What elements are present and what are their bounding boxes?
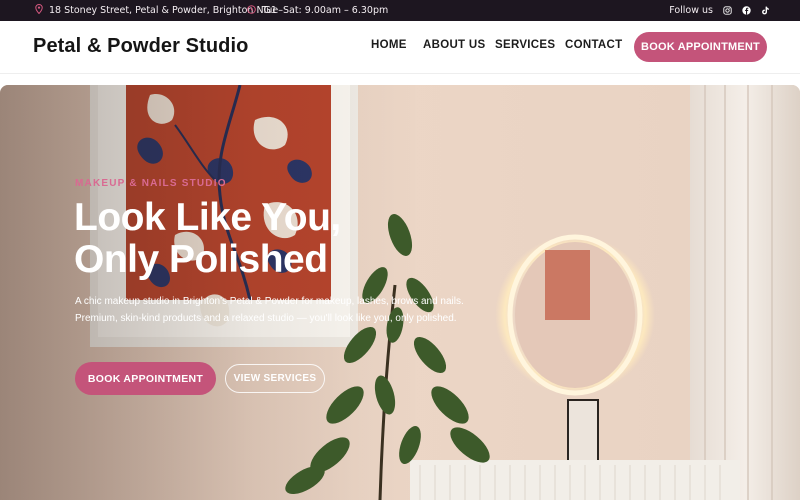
hero-headline: Look Like You, Only Polished	[74, 196, 341, 281]
nav-services[interactable]: SERVICES	[495, 39, 555, 51]
view-services-button[interactable]: VIEW SERVICES	[225, 364, 325, 393]
facebook-icon[interactable]	[742, 6, 751, 15]
hours-item: Tue–Sat: 9.00am – 6.30pm	[247, 0, 388, 21]
hero-eyebrow: MAKEUP & NAILS STUDIO	[75, 178, 227, 189]
hours-text: Tue–Sat: 9.00am – 6.30pm	[262, 5, 389, 16]
nav-about-us[interactable]: ABOUT US	[423, 39, 485, 51]
follow-label: Follow us	[669, 5, 713, 16]
site-logo[interactable]: Petal & Powder Studio	[33, 35, 248, 58]
book-appointment-hero-button[interactable]: BOOK APPOINTMENT	[75, 362, 216, 395]
top-info-bar: 18 Stoney Street, Petal & Powder, Bright…	[0, 0, 800, 21]
book-appointment-header-button[interactable]: BOOK APPOINTMENT	[634, 32, 767, 62]
instagram-icon[interactable]	[723, 6, 732, 15]
address-item: 18 Stoney Street, Petal & Powder, Bright…	[35, 0, 277, 21]
site-header: Petal & Powder Studio HOME ABOUT US SERV…	[0, 21, 800, 74]
hero-subtext: A chic makeup studio in Brighton's Petal…	[75, 296, 464, 324]
address-text: 18 Stoney Street, Petal & Powder, Bright…	[49, 5, 277, 16]
clock-icon	[247, 4, 256, 17]
location-pin-icon	[35, 3, 43, 17]
tiktok-icon[interactable]	[761, 6, 770, 15]
social-links: Follow us	[669, 0, 770, 21]
nav-home[interactable]: HOME	[371, 39, 407, 51]
nav-contact[interactable]: CONTACT	[565, 39, 622, 51]
hero-section: MAKEUP & NAILS STUDIO Look Like You, Onl…	[0, 85, 800, 500]
